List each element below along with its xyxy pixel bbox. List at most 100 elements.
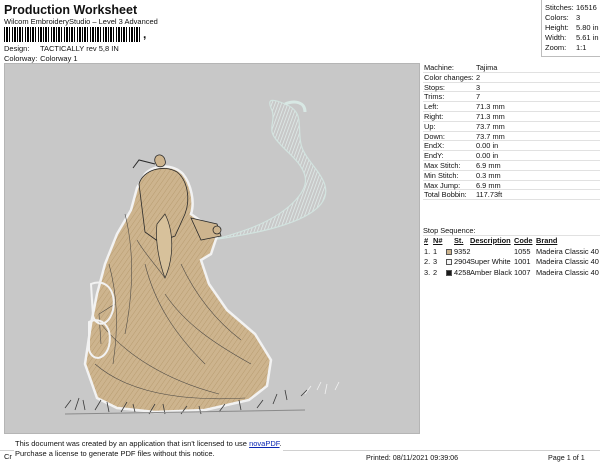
- info-label: EndY:: [424, 151, 444, 161]
- col-header-description: Description: [470, 236, 511, 245]
- row-needle: 3: [433, 257, 438, 266]
- row-needle: 1: [433, 246, 438, 256]
- stat-label: Zoom:: [545, 43, 567, 52]
- stat-value: 3: [576, 13, 581, 22]
- col-header-code: Code: [514, 236, 533, 245]
- info-row: Trims: 7: [423, 92, 600, 103]
- info-label: Max Jump:: [424, 180, 461, 190]
- design-label: Design:: [4, 44, 30, 53]
- row-description: Super White: [470, 257, 511, 266]
- info-label: EndX:: [424, 141, 445, 151]
- design-value: TACTICALLY rev 5,8 IN: [39, 44, 119, 53]
- row-brand: Madeira Classic 40: [536, 246, 599, 256]
- info-value: 117.73ft: [476, 190, 503, 200]
- info-label: Total Bobbin:: [424, 190, 467, 200]
- info-value: 71.3 mm: [476, 111, 505, 121]
- stat-label: Stitches:: [545, 3, 574, 12]
- stat-zoom: Zoom: 1:1: [545, 43, 586, 52]
- design-row: Design: TACTICALLY rev 5,8 IN: [4, 44, 119, 53]
- page-number: Page 1 of 1: [548, 453, 585, 462]
- info-value: 0.00 in: [476, 141, 499, 151]
- embroidery-design-preview: [4, 63, 420, 434]
- info-value: 6.9 mm: [476, 180, 501, 190]
- col-header-needle: N#: [433, 236, 443, 245]
- notice-line1-suffix: .: [279, 439, 282, 448]
- color-swatch: [446, 248, 452, 255]
- info-row: Right: 71.3 mm: [423, 112, 600, 122]
- machine-info-table: Machine: Tajima Color changes: 2 Stops: 3 T…: [423, 63, 600, 201]
- stop-sequence-table: Stop Sequence: # N# St. Description Code…: [423, 226, 600, 278]
- stat-label: Height:: [545, 23, 569, 32]
- page-subtitle: Wilcom EmbroideryStudio – Level 3 Advanc…: [4, 17, 158, 26]
- notice-cr: Cr: [4, 452, 12, 461]
- color-swatch: [446, 259, 452, 265]
- info-label: Right:: [424, 111, 444, 121]
- stat-label: Width:: [545, 33, 567, 42]
- info-label: Color changes:: [424, 72, 474, 82]
- row-number: 2.: [424, 257, 431, 266]
- stop-sequence-header: # N# St. Description Code Brand: [423, 236, 600, 247]
- info-value: 0.00 in: [476, 151, 499, 161]
- seated-figure: [83, 154, 273, 414]
- stats-box: Stitches: 16516 Colors: 3 Height: 5.80 in W…: [541, 0, 600, 57]
- page-title: Production Worksheet: [4, 3, 138, 17]
- stat-label: Colors:: [545, 13, 569, 22]
- info-label: Left:: [424, 102, 439, 112]
- row-stitches: 4258: [454, 267, 471, 277]
- table-row: 2. 3 2904 Super White 1001 Madeira Class…: [423, 257, 600, 268]
- info-value: 71.3 mm: [476, 102, 505, 112]
- info-row: Max Jump: 6.9 mm: [423, 181, 600, 191]
- stat-value: 5.80 in: [576, 23, 599, 32]
- info-label: Trims:: [424, 92, 445, 102]
- info-value: 73.7 mm: [476, 131, 505, 141]
- stat-width: Width: 5.61 in: [545, 33, 599, 42]
- info-value: Tajima: [476, 63, 498, 72]
- info-label: Stops:: [424, 82, 445, 92]
- row-description: Amber Black: [470, 267, 512, 277]
- info-value: 73.7 mm: [476, 121, 505, 131]
- table-row: 1. 1 9352 1055 Madeira Classic 40: [423, 247, 600, 258]
- notice-message: This document was created by an applicat…: [14, 439, 283, 459]
- info-row: Down: 73.7 mm: [423, 132, 600, 142]
- colorway-row: Colorway: Colorway 1: [4, 54, 78, 63]
- stat-value: 1:1: [576, 43, 587, 52]
- row-stitches: 2904: [454, 257, 471, 266]
- colorway-value: Colorway 1: [40, 54, 78, 63]
- info-row: Left: 71.3 mm: [423, 102, 600, 112]
- novapdf-link[interactable]: novaPDF: [249, 439, 279, 448]
- col-header-stitches: St.: [454, 236, 464, 245]
- info-row: Up: 73.7 mm: [423, 122, 600, 132]
- info-label: Up:: [424, 121, 436, 131]
- printed-timestamp: Printed: 08/11/2021 09:39:06: [366, 453, 459, 462]
- info-label: Machine:: [424, 63, 454, 72]
- info-label: Down:: [424, 131, 445, 141]
- info-value: 3: [476, 82, 481, 92]
- barcode-char: ,: [143, 27, 147, 41]
- embroidery-design-illustration: [64, 99, 340, 415]
- color-swatch: [446, 269, 452, 276]
- col-header-number: #: [424, 236, 429, 245]
- row-code: 1007: [514, 267, 531, 277]
- info-row: Max Stitch: 6.9 mm: [423, 161, 600, 171]
- info-value: 6.9 mm: [476, 160, 501, 170]
- info-row: Min Stitch: 0.3 mm: [423, 171, 600, 181]
- info-row: EndY: 0.00 in: [423, 151, 600, 161]
- info-label: Max Stitch:: [424, 160, 461, 170]
- row-brand: Madeira Classic 40: [536, 257, 599, 266]
- info-row: Stops: 3: [423, 83, 600, 93]
- table-row: 3. 2 4258 Amber Black 1007 Madeira Class…: [423, 268, 600, 279]
- info-value: 2: [476, 72, 481, 82]
- info-row: EndX: 0.00 in: [423, 141, 600, 152]
- row-needle: 2: [433, 267, 438, 277]
- info-label: Min Stitch:: [424, 170, 459, 180]
- license-notice: Cr This document was created by an appli…: [0, 438, 600, 464]
- stat-value: 5.61 in: [576, 33, 599, 42]
- stop-sequence-title: Stop Sequence:: [423, 226, 600, 236]
- info-row: Color changes: 2: [423, 73, 600, 83]
- row-code: 1055: [514, 246, 531, 256]
- row-number: 3.: [424, 267, 431, 277]
- notice-line1: This document was created by an applicat…: [15, 439, 250, 448]
- row-brand: Madeira Classic 40: [536, 267, 599, 277]
- barcode: [4, 27, 142, 42]
- notice-line2: Purchase a license to generate PDF files…: [15, 449, 215, 458]
